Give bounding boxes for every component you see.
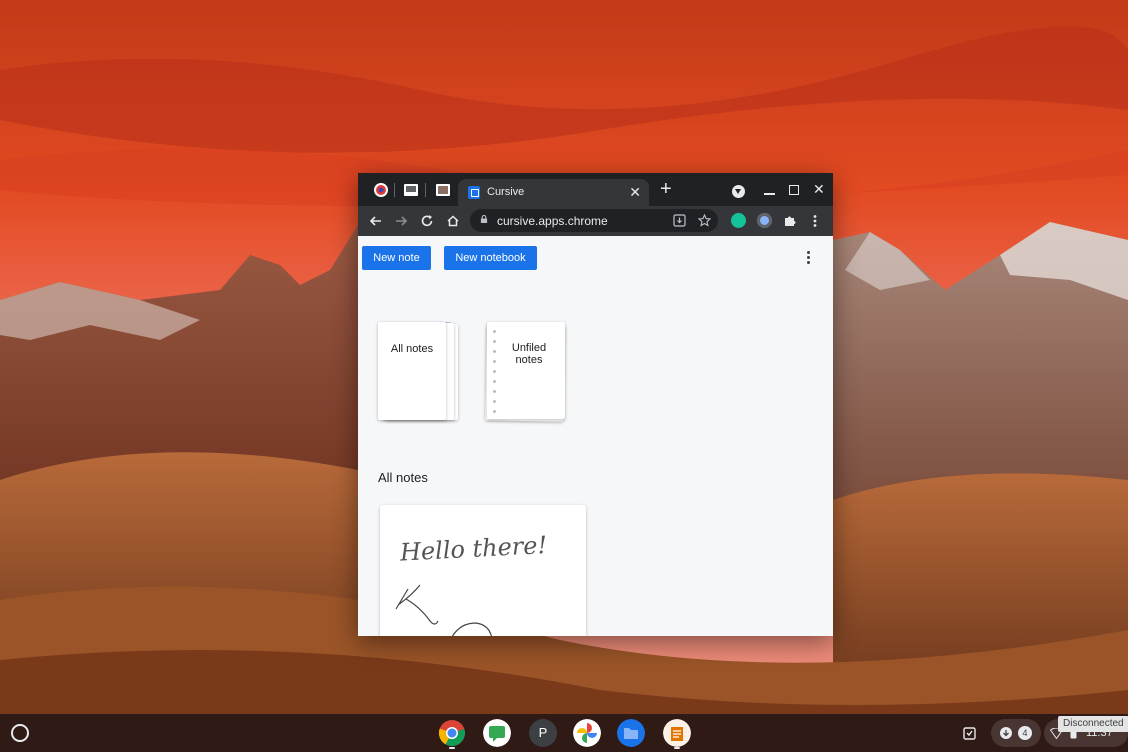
grammarly-extension-icon[interactable] [731,213,746,228]
cast-app-icon [374,183,388,197]
notification-count: 4 [1018,726,1032,740]
tab-separator [425,183,426,197]
bookmark-star-icon[interactable] [698,214,711,227]
handwriting-text: Hello there! [398,531,547,567]
extension-icon[interactable] [757,213,772,228]
p-app-letter: P [538,725,548,740]
forward-icon[interactable] [392,212,410,230]
maximize-icon[interactable] [789,185,799,195]
new-notebook-button[interactable]: New notebook [444,246,537,270]
download-icon [1000,727,1012,739]
running-indicator [449,747,455,749]
new-tab-button[interactable]: + [660,179,672,199]
pinned-tab-cast[interactable] [372,181,390,199]
p-app-icon[interactable]: P [529,719,557,747]
pinned-tab-photo[interactable] [434,181,452,199]
launcher-icon[interactable] [11,724,29,742]
shelf: P 4 11:37 [0,714,1128,752]
tab-title: Cursive [487,186,525,198]
chat-icon[interactable] [483,719,511,747]
notification-tray[interactable]: 4 [991,719,1041,747]
browser-window: Cursive ✕ + ✕ cursive.apps.chrome New no… [358,173,833,636]
tab-cursive[interactable]: Cursive ✕ [458,179,649,206]
minimize-icon[interactable] [764,193,775,195]
clipboard-icon[interactable] [962,725,978,741]
tab-strip: Cursive ✕ + ✕ [358,173,833,206]
extensions-puzzle-icon[interactable] [781,212,799,230]
lock-icon [480,215,488,223]
photo-app-icon [436,184,450,196]
install-app-icon[interactable] [673,214,686,227]
notebook-unfiled-notes[interactable]: Unfiled notes [484,322,568,422]
notebook-cover [378,322,446,420]
network-tooltip: Disconnected [1058,716,1128,732]
home-icon[interactable] [444,212,462,230]
new-note-button[interactable]: New note [362,246,431,270]
reload-icon[interactable] [418,212,436,230]
pinned-tab-slides[interactable] [402,181,420,199]
close-window-icon[interactable]: ✕ [813,179,825,199]
chrome-icon[interactable] [438,719,466,747]
section-title: All notes [378,470,428,485]
note-card[interactable]: Hello there! [380,505,586,636]
browser-toolbar: cursive.apps.chrome [358,206,833,236]
cursive-icon [468,186,480,199]
notebook-label: Unfiled notes [511,342,547,366]
more-options-icon[interactable] [807,251,811,267]
slides-app-icon [404,184,418,196]
cursive-app-icon[interactable] [663,719,691,747]
url-text: cursive.apps.chrome [497,214,608,228]
close-tab-icon[interactable]: ✕ [629,184,641,200]
tab-search-icon[interactable] [732,185,745,198]
back-icon[interactable] [367,212,385,230]
files-icon[interactable] [617,719,645,747]
handwriting-preview: Hello there! [395,531,548,636]
browser-menu-icon[interactable] [806,212,824,230]
tab-separator [394,183,395,197]
photos-icon[interactable] [573,719,601,747]
cursive-page: New note New notebook All notes Unfiled … [358,236,833,636]
running-indicator [674,747,680,749]
notebook-all-notes[interactable]: All notes [378,322,462,422]
address-bar[interactable]: cursive.apps.chrome [470,209,718,232]
notebook-cover [487,322,565,419]
notebook-label: All notes [390,343,434,355]
